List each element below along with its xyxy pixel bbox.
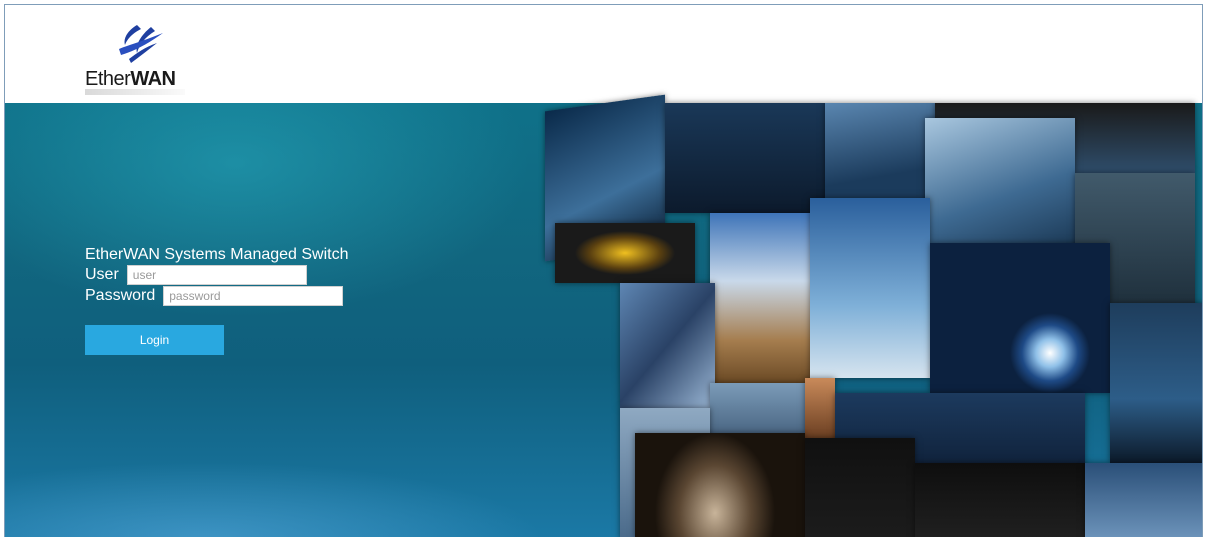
collage-tile — [555, 223, 695, 283]
logo-text-wan: WAN — [130, 68, 176, 90]
logo-reflection — [85, 89, 185, 95]
collage-tile — [805, 438, 915, 537]
password-label: Password — [85, 286, 156, 304]
password-input[interactable] — [163, 285, 344, 306]
login-button[interactable]: Login — [85, 325, 224, 355]
page-header: EtherWAN — [5, 5, 1202, 103]
collage-tile — [665, 103, 825, 213]
etherwan-logo: EtherWAN — [85, 23, 195, 95]
background-collage-image — [535, 94, 1202, 537]
etherwan-swoosh-icon — [119, 25, 163, 63]
collage-tile — [805, 378, 835, 438]
collage-tile — [915, 463, 1085, 537]
hero-banner: EtherWAN Systems Managed Switch User Pas… — [5, 94, 1202, 537]
collage-tile — [620, 283, 715, 408]
collage-tile — [710, 213, 810, 383]
collage-tile — [930, 243, 1110, 393]
collage-tile — [1085, 463, 1202, 537]
hero-glow — [5, 419, 625, 537]
collage-tile — [710, 383, 805, 433]
collage-tile — [825, 103, 935, 203]
user-label: User — [85, 265, 119, 283]
collage-tile — [925, 118, 1075, 243]
collage-tile — [1110, 303, 1202, 463]
login-panel: EtherWAN Systems Managed Switch User Pas… — [85, 246, 405, 355]
logo-text-ether: Ether — [85, 68, 131, 90]
collage-tile — [635, 433, 805, 537]
collage-tile — [810, 198, 930, 378]
user-input[interactable] — [126, 264, 307, 285]
logo-wordmark: EtherWAN — [85, 68, 176, 91]
login-title: EtherWAN Systems Managed Switch — [85, 246, 349, 263]
user-row: User — [85, 264, 405, 285]
browser-viewport: EtherWAN EtherWAN Systems Managed Switch… — [4, 4, 1203, 537]
password-row: Password — [85, 285, 405, 306]
